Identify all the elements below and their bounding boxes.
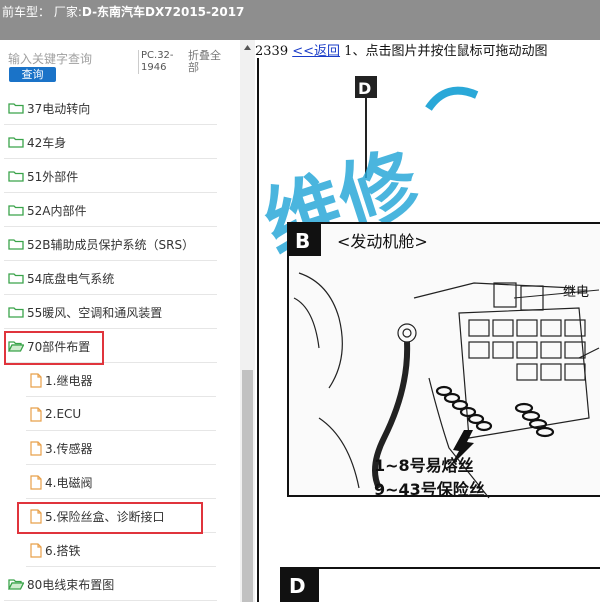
search-area: 查询 PC.32-1946 折叠全部 (0, 40, 240, 90)
tree-item-label: 42车身 (27, 135, 67, 150)
page-number: 2339 (255, 44, 289, 59)
tree-item[interactable]: 2.ECU (26, 398, 216, 431)
content-panel: 2339 <<返回 1、点击图片并按住鼠标可拖动动图 D 维修 B <发动机舱> (255, 40, 600, 602)
collapse-all-button[interactable]: 折叠全部 (188, 50, 230, 74)
tree-item[interactable]: 52B辅助成员保护系统（SRS） (4, 228, 217, 261)
back-link[interactable]: <<返回 (292, 44, 340, 59)
section-b-letter: B (295, 229, 310, 253)
fuse-label-1: 1~8号易熔丝 (374, 456, 474, 475)
tree-item[interactable]: 1.继电器 (26, 364, 216, 397)
tree-item-label: 52B辅助成员保护系统（SRS） (27, 237, 195, 252)
highlight-box-70 (4, 331, 104, 365)
document-icon (30, 372, 42, 388)
tree-item[interactable]: 42车身 (4, 126, 217, 159)
folder-icon (8, 273, 24, 284)
search-input[interactable] (8, 50, 130, 68)
tree-item-label: 52A内部件 (27, 203, 87, 218)
header-title: 前车型： 厂家:D-东南汽车DX72015-2017 (2, 3, 244, 20)
scroll-thumb[interactable] (242, 370, 253, 602)
header-prefix: 前车型： (2, 5, 51, 19)
document-icon (30, 440, 42, 456)
document-icon (30, 542, 42, 558)
highlight-box-fuse (17, 502, 203, 534)
tree-scrollbar[interactable] (240, 40, 255, 602)
folder-icon (8, 239, 24, 250)
tree-item-label: 37电动转向 (27, 101, 91, 116)
diagram-frame[interactable]: D 维修 B <发动机舱> 继电 1~8号易熔丝 9~43号保险丝 D (255, 58, 600, 602)
document-icon (30, 406, 42, 422)
document-icon (30, 474, 42, 490)
folder-icon (8, 103, 24, 114)
content-toolbar: 2339 <<返回 1、点击图片并按住鼠标可拖动动图 (255, 40, 600, 59)
tree-item[interactable]: 54底盘电气系统 (4, 262, 217, 295)
top-header: 前车型： 厂家:D-东南汽车DX72015-2017 (0, 0, 600, 40)
header-model: D-东南汽车DX72015-2017 (81, 5, 245, 19)
tree-item-label: 54底盘电气系统 (27, 271, 115, 286)
search-button[interactable]: 查询 (9, 67, 56, 82)
tree-item-label: 6.搭铁 (45, 543, 81, 558)
tree-item[interactable]: 52A内部件 (4, 194, 217, 227)
tree-item-label: 4.电磁阀 (45, 475, 93, 490)
section-d-image[interactable] (280, 567, 600, 602)
pc-code: PC.32-1946 (138, 50, 178, 74)
folder-icon (8, 137, 24, 148)
top-section-letter: D (358, 79, 371, 98)
tree-item[interactable]: 51外部件 (4, 160, 217, 193)
tree-item[interactable]: 3.传感器 (26, 432, 216, 465)
section-d-letter: D (289, 574, 306, 598)
tree-item-label: 2.ECU (45, 407, 82, 421)
folder-icon (8, 205, 24, 216)
tree-item[interactable]: 4.电磁阀 (26, 466, 216, 499)
section-b-title: <发动机舱> (337, 232, 428, 251)
tree-item-label: 51外部件 (27, 169, 79, 184)
tree-item[interactable]: 80电线束布置图 (4, 568, 217, 601)
folder-icon (8, 171, 24, 182)
tree-item[interactable]: 37电动转向 (4, 92, 217, 125)
folder-open-icon (8, 579, 24, 590)
scroll-up-icon[interactable] (240, 40, 255, 55)
folder-icon (8, 307, 24, 318)
tree-item[interactable]: 55暖风、空调和通风装置 (4, 296, 217, 329)
fuse-box-diagram[interactable]: D 维修 B <发动机舱> 继电 1~8号易熔丝 9~43号保险丝 D (255, 58, 600, 602)
tree-item-label: 55暖风、空调和通风装置 (27, 305, 163, 320)
tree-item-label: 1.继电器 (45, 373, 93, 388)
drag-instruction: 1、点击图片并按住鼠标可拖动动图 (344, 44, 548, 59)
fuse-label-2: 9~43号保险丝 (374, 480, 485, 499)
tree-item-label: 3.传感器 (45, 441, 93, 456)
header-maker-label: 厂家: (53, 5, 82, 19)
tree-item[interactable]: 6.搭铁 (26, 534, 216, 567)
tree-item-label: 80电线束布置图 (27, 577, 115, 592)
relay-label: 继电 (563, 285, 589, 300)
